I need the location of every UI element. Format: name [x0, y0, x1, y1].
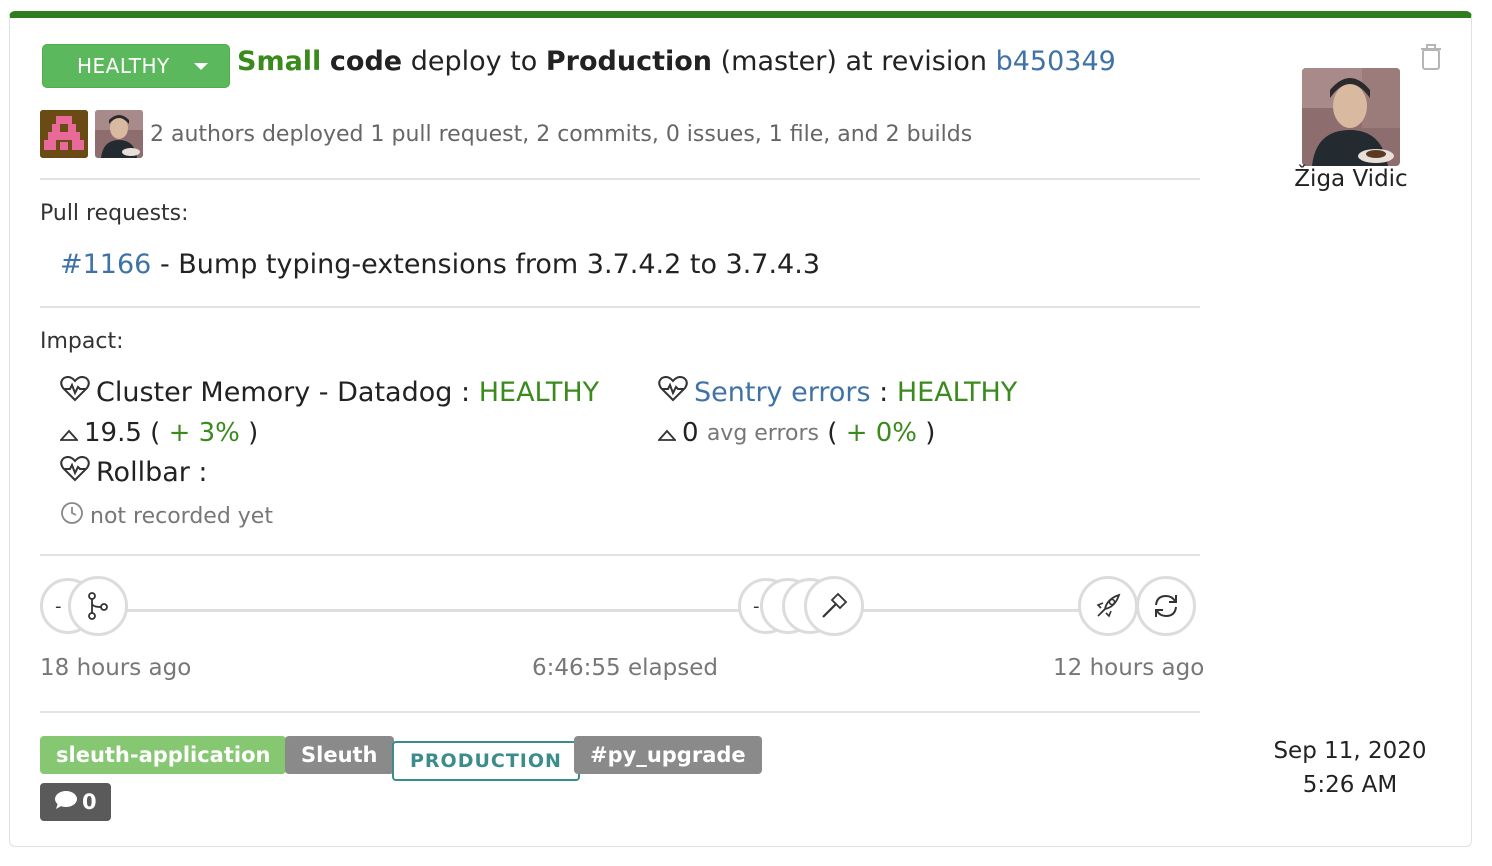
revision-link[interactable]: b450349	[996, 46, 1116, 77]
comments-count: 0	[82, 790, 97, 814]
tag-project[interactable]: sleuth-application	[40, 736, 287, 774]
deploy-card: HEALTHY Small code deploy to Production …	[9, 11, 1472, 847]
timeline-track	[80, 609, 1170, 612]
cluster-memory-metric[interactable]: Cluster Memory - Datadog : HEALTHY	[60, 376, 599, 409]
environment-name[interactable]: Production	[546, 46, 712, 77]
sentry-errors-value: 0	[682, 418, 699, 448]
divider	[40, 306, 1200, 308]
rollbar-name: Rollbar :	[96, 457, 208, 488]
cluster-memory-status: HEALTHY	[478, 377, 600, 408]
triangle-up-icon	[58, 418, 80, 448]
deployer-avatar[interactable]	[1302, 68, 1400, 166]
triangle-up-icon	[656, 418, 678, 448]
cluster-memory-name: Cluster Memory - Datadog	[96, 377, 453, 408]
timeline-dash: -	[753, 595, 760, 617]
divider	[40, 711, 1200, 713]
cluster-memory-value: 19.5	[84, 418, 142, 448]
timeline-elapsed: 6:46:55 elapsed	[532, 655, 718, 681]
rollbar-note: not recorded yet	[90, 503, 273, 529]
health-status-dropdown[interactable]: HEALTHY	[42, 44, 230, 88]
divider	[40, 178, 1200, 180]
pull-request-link[interactable]: #1166	[60, 249, 151, 280]
deploy-headline: Small code deploy to Production (master)…	[237, 46, 1116, 77]
trash-icon[interactable]	[1420, 44, 1442, 74]
tag-py-upgrade[interactable]: #py_upgrade	[574, 736, 762, 774]
impact-label: Impact:	[40, 329, 124, 354]
heartbeat-icon	[60, 376, 96, 409]
separator: :	[461, 377, 471, 408]
sentry-errors-change: + 0%	[845, 418, 917, 448]
deploy-kind: code	[329, 46, 403, 77]
clock-icon	[60, 501, 84, 531]
timeline-dash: -	[55, 595, 62, 617]
heartbeat-icon	[60, 456, 96, 489]
timeline-start-time: 18 hours ago	[40, 655, 192, 681]
heartbeat-icon	[658, 376, 694, 409]
cluster-memory-value-row: 19.5 ( + 3% )	[58, 418, 259, 448]
pull-request-title: - Bump typing-extensions from 3.7.4.2 to…	[159, 249, 821, 280]
separator: :	[879, 377, 889, 408]
deploy-date-time: 5:26 AM	[1302, 772, 1398, 798]
paren-open: (	[150, 418, 161, 448]
deploy-summary: 2 authors deployed 1 pull request, 2 com…	[150, 122, 973, 147]
paren-close: )	[248, 418, 259, 448]
sentry-errors-value-row: 0 avg errors ( + 0% )	[656, 418, 936, 448]
deployer-name[interactable]: Žiga Vidic	[1284, 166, 1418, 192]
health-status-label: HEALTHY	[77, 54, 170, 78]
deploy-to-text: deploy to	[410, 46, 538, 77]
sentry-errors-metric[interactable]: Sentry errors : HEALTHY	[658, 376, 1017, 409]
git-branch-icon[interactable]	[68, 576, 128, 636]
sentry-errors-status: HEALTHY	[896, 377, 1018, 408]
comment-icon	[54, 790, 78, 815]
tag-sleuth[interactable]: Sleuth	[285, 736, 394, 774]
author-avatar-photo[interactable]	[95, 110, 143, 158]
at-revision-text: at revision	[845, 46, 987, 77]
timeline-end-time: 12 hours ago	[1053, 655, 1205, 681]
pull-requests-label: Pull requests:	[40, 201, 189, 226]
chevron-down-icon	[193, 62, 208, 70]
cluster-memory-change: + 3%	[168, 418, 240, 448]
rollbar-note-row: not recorded yet	[60, 501, 273, 531]
deploy-date: Sep 11, 2020 5:26 AM	[1260, 734, 1440, 802]
sync-icon[interactable]	[1136, 576, 1196, 636]
sentry-errors-link[interactable]: Sentry errors	[694, 377, 871, 408]
comments-button[interactable]: 0	[40, 783, 111, 821]
tag-environment[interactable]: PRODUCTION	[392, 741, 580, 781]
rollbar-metric[interactable]: Rollbar :	[60, 456, 208, 489]
branch-name: (master)	[720, 46, 837, 77]
deploy-size: Small	[237, 46, 322, 77]
hammer-icon[interactable]	[804, 576, 864, 636]
sentry-errors-unit: avg errors	[706, 420, 819, 446]
deploy-date-day: Sep 11, 2020	[1273, 738, 1427, 764]
pull-request-item: #1166 - Bump typing-extensions from 3.7.…	[60, 249, 820, 280]
rocket-icon[interactable]	[1078, 576, 1138, 636]
paren-open: (	[827, 418, 838, 448]
paren-close: )	[925, 418, 936, 448]
divider	[40, 554, 1200, 556]
author-avatar-identicon[interactable]	[40, 110, 88, 158]
